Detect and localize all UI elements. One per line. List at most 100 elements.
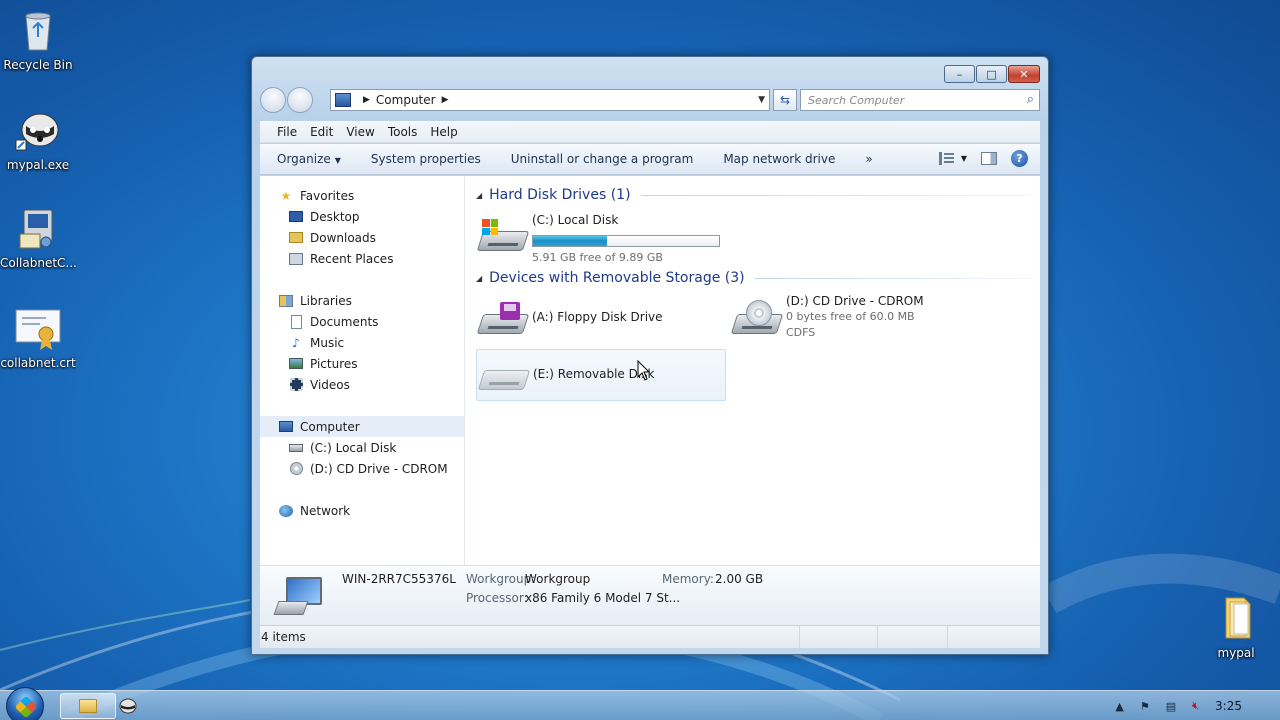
processor-value: x86 Family 6 Model 7 St... [525,591,681,605]
views-icon [938,152,955,165]
computer-name: WIN-2RR7C55376L [342,572,456,586]
nav-desktop[interactable]: Desktop [260,206,464,227]
drive-a-floppy[interactable]: (A:) Floppy Disk Drive [476,294,726,346]
folder-icon [1212,594,1260,642]
menu-help[interactable]: Help [430,125,457,139]
navigation-pane: ★ Favorites Desktop Downloads Recent Plac… [260,176,465,565]
organize-button[interactable]: Organize ▼ [277,152,341,166]
address-dropdown-icon[interactable]: ▼ [758,95,765,105]
organize-label: Organize [277,152,331,166]
breadcrumb-computer[interactable]: Computer [376,93,436,107]
nav-local-disk[interactable]: (C:) Local Disk [260,437,464,458]
clock[interactable]: 3:25 [1215,699,1242,713]
drive-name: (A:) Floppy Disk Drive [532,310,663,324]
documents-icon [288,314,304,330]
group-header-removable-storage[interactable]: ◢ Devices with Removable Storage (3) [476,268,1032,288]
change-view-button[interactable]: ▼ [938,152,967,165]
memory-label: Memory: [662,572,714,586]
network-icon[interactable]: ▤ [1166,700,1176,713]
desktop-icon-label: mypal.exe [6,158,70,172]
nav-cd-drive[interactable]: (D:) CD Drive - CDROM [260,458,464,479]
close-button[interactable]: ✕ [1008,65,1040,83]
nav-favorites[interactable]: ★ Favorites [260,185,464,206]
refresh-button[interactable]: ⇆ [773,89,797,111]
forward-button[interactable] [287,87,313,113]
nav-label: Videos [310,377,350,392]
certificate-icon [14,304,62,352]
navigation-bar: ▶ Computer ▶ ▼ ⇆ Search Computer ⌕ [260,87,1040,113]
desktop-icon-collabnet-crt[interactable]: collabnet.crt [0,304,76,370]
minimize-button[interactable]: – [944,65,975,83]
downloads-folder-icon [288,230,304,246]
group-title: Devices with Removable Storage (3) [489,270,745,286]
uninstall-program-button[interactable]: Uninstall or change a program [511,152,694,166]
desktop-icon-collabnet-installer[interactable]: CollabnetC... [0,204,76,270]
system-properties-button[interactable]: System properties [371,152,481,166]
nav-label: Computer [300,419,360,434]
breadcrumb-arrow-icon[interactable]: ▶ [442,95,449,105]
show-hidden-icons-button[interactable]: ▲ [1115,700,1123,713]
nav-documents[interactable]: Documents [260,311,464,332]
nav-label: Documents [310,314,379,329]
breadcrumb-arrow-icon[interactable]: ▶ [363,95,370,105]
computer-monitor-icon [273,577,326,619]
taskbar-mypal-button[interactable] [100,693,156,719]
drive-filesystem: CDFS [786,326,816,339]
nav-label: Music [310,335,345,350]
removable-disk-icon [477,358,531,394]
nav-music[interactable]: ♪ Music [260,332,464,353]
libraries-icon [278,293,294,309]
nav-libraries[interactable]: Libraries [260,290,464,311]
status-cell [800,626,878,648]
preview-pane-icon[interactable] [981,152,997,165]
drive-free-space: 5.91 GB free of 9.89 GB [532,251,663,264]
computer-icon [335,93,351,107]
more-commands-button[interactable]: » [865,152,872,166]
desktop-icon-label: Recycle Bin [3,58,73,72]
map-network-drive-button[interactable]: Map network drive [723,152,835,166]
desktop-icon-label: CollabnetC... [0,256,76,270]
raccoon-app-icon [119,698,137,714]
capacity-bar-fill [533,236,608,246]
menu-view[interactable]: View [346,125,374,139]
nav-label: Favorites [300,188,355,203]
group-header-hard-disk-drives[interactable]: ◢ Hard Disk Drives (1) [476,185,1032,205]
drive-e-removable[interactable]: (E:) Removable Disk [476,349,726,401]
volume-muted-icon[interactable]: 🔇︎ [1192,699,1199,713]
menu-file[interactable]: File [277,125,297,139]
search-input[interactable]: Search Computer ⌕ [800,89,1040,111]
raccoon-app-icon [14,106,62,154]
address-bar[interactable]: ▶ Computer ▶ ▼ [330,89,770,111]
maximize-button[interactable]: □ [976,65,1007,83]
search-icon[interactable]: ⌕ [1027,92,1034,107]
nav-computer[interactable]: Computer [260,416,464,437]
nav-downloads[interactable]: Downloads [260,227,464,248]
action-center-flag-icon[interactable]: ⚑ [1140,700,1150,713]
desktop-icon-recycle-bin[interactable]: Recycle Bin [0,6,76,72]
help-icon[interactable]: ? [1011,150,1028,167]
cd-drive-icon [730,300,784,338]
drive-d-cd[interactable]: (D:) CD Drive - CDROM 0 bytes free of 60… [730,294,980,346]
nav-recent-places[interactable]: Recent Places [260,248,464,269]
menu-tools[interactable]: Tools [388,125,418,139]
collapse-triangle-icon[interactable]: ◢ [476,274,482,283]
desktop-icon-mypal-exe[interactable]: mypal.exe [0,106,76,172]
item-count: 4 items [260,626,800,648]
collapse-triangle-icon[interactable]: ◢ [476,191,482,200]
hard-disk-windows-icon [476,219,530,255]
nav-label: Recent Places [310,251,394,266]
computer-icon [278,419,294,435]
window-controls: – □ ✕ [944,65,1040,83]
menu-edit[interactable]: Edit [310,125,333,139]
nav-videos[interactable]: Videos [260,374,464,395]
desktop-icon-mypal-folder[interactable]: mypal [1198,594,1274,660]
drive-c-local-disk[interactable]: (C:) Local Disk 5.91 GB free of 9.89 GB [476,211,726,264]
nav-network[interactable]: Network [260,500,464,521]
start-button[interactable] [6,687,44,720]
pictures-icon [288,356,304,372]
group-title: Hard Disk Drives (1) [489,187,631,203]
back-button[interactable] [260,87,286,113]
nav-pictures[interactable]: Pictures [260,353,464,374]
floppy-drive-icon [476,302,530,338]
status-cell [878,626,948,648]
